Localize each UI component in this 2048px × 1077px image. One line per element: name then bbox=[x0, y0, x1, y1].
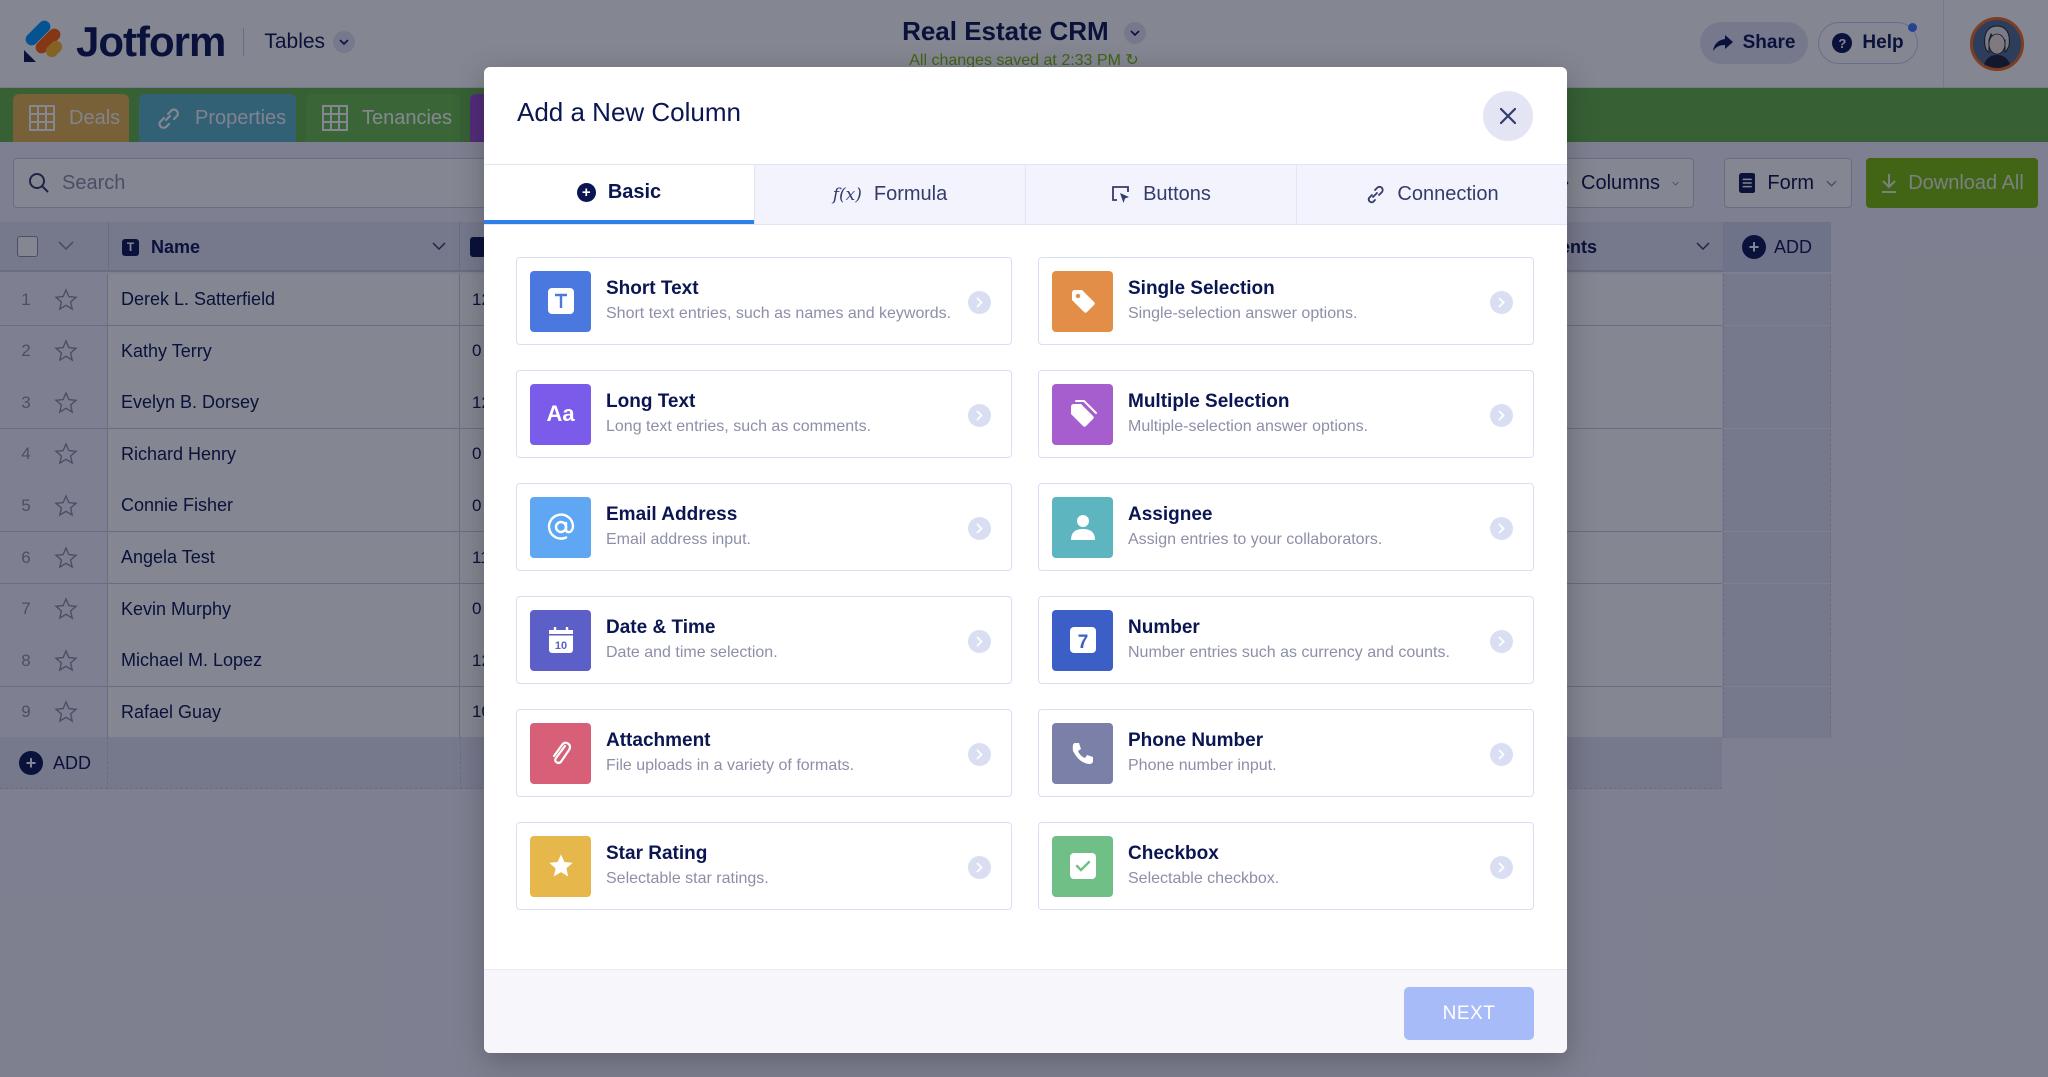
svg-text:7: 7 bbox=[1077, 632, 1088, 653]
next-button[interactable]: NEXT bbox=[1404, 987, 1534, 1040]
chevron-right-icon bbox=[1490, 856, 1513, 879]
tab-formula[interactable]: f(x) Formula bbox=[754, 165, 1025, 224]
tab-label: Buttons bbox=[1143, 183, 1211, 205]
chevron-right-icon bbox=[968, 743, 991, 766]
column-type-grid: Short Text Short text entries, such as na… bbox=[516, 257, 1534, 910]
column-type-description: Assign entries to your collaborators. bbox=[1128, 531, 1383, 548]
column-type-multiple-selection[interactable]: Multiple Selection Multiple-selection ans… bbox=[1038, 370, 1534, 458]
column-type-text: Date & Time Date and time selection. bbox=[606, 616, 778, 664]
column-type-title: Phone Number bbox=[1128, 730, 1264, 751]
column-type-description: Selectable checkbox. bbox=[1128, 870, 1280, 887]
link-icon bbox=[1368, 185, 1384, 203]
column-type-description: Number entries such as currency and coun… bbox=[1128, 644, 1450, 661]
column-type-assignee[interactable]: Assignee Assign entries to your collabora… bbox=[1038, 483, 1534, 571]
chevron-right-icon bbox=[1490, 404, 1513, 427]
at-icon bbox=[530, 496, 591, 558]
column-type-title: Email Address bbox=[606, 504, 738, 525]
calendar-icon: 10 bbox=[530, 609, 591, 671]
column-type-phone-number[interactable]: Phone Number Phone number input. bbox=[1038, 709, 1534, 797]
column-type-text: Checkbox Selectable checkbox. bbox=[1128, 842, 1279, 890]
tab-basic[interactable]: + Basic bbox=[484, 165, 754, 224]
paperclip-icon bbox=[530, 722, 591, 784]
column-type-text: Single Selection Single-selection answer … bbox=[1128, 277, 1357, 325]
close-button[interactable] bbox=[1483, 91, 1533, 141]
checkbox-icon bbox=[1052, 835, 1113, 897]
column-type-title: Attachment bbox=[606, 730, 711, 751]
phone-icon bbox=[1052, 722, 1113, 784]
svg-text:10: 10 bbox=[554, 640, 566, 652]
column-type-attachment[interactable]: Attachment File uploads in a variety of f… bbox=[516, 709, 1012, 797]
column-type-description: Phone number input. bbox=[1128, 757, 1277, 774]
column-type-description: Multiple-selection answer options. bbox=[1128, 418, 1369, 435]
column-type-text: Multiple Selection Multiple-selection ans… bbox=[1128, 390, 1368, 438]
column-type-title: Short Text bbox=[606, 278, 699, 299]
column-type-text: Phone Number Phone number input. bbox=[1128, 729, 1277, 777]
chevron-right-icon bbox=[1490, 291, 1513, 314]
column-type-title: Number bbox=[1128, 617, 1200, 638]
column-type-email-address[interactable]: Email Address Email address input. bbox=[516, 483, 1012, 571]
column-type-text: Assignee Assign entries to your collabora… bbox=[1128, 503, 1382, 551]
user-icon bbox=[1052, 496, 1113, 558]
column-type-checkbox[interactable]: Checkbox Selectable checkbox. bbox=[1038, 822, 1534, 910]
plus-circle-icon: + bbox=[576, 183, 596, 202]
column-type-date-time[interactable]: 10 Date & Time Date and time selection. bbox=[516, 596, 1012, 684]
column-type-description: Email address input. bbox=[606, 531, 751, 548]
chevron-right-icon bbox=[1490, 517, 1513, 540]
tag-icon bbox=[1052, 270, 1113, 332]
column-type-title: Long Text bbox=[606, 391, 696, 412]
column-type-title: Single Selection bbox=[1128, 278, 1275, 299]
tags-icon bbox=[1052, 383, 1113, 445]
column-type-long-text[interactable]: Aa Long Text Long text entries, such as co… bbox=[516, 370, 1012, 458]
chevron-right-icon bbox=[1490, 630, 1513, 653]
close-icon bbox=[1499, 107, 1517, 125]
tab-connection[interactable]: Connection bbox=[1296, 165, 1567, 224]
chevron-right-icon bbox=[1490, 743, 1513, 766]
column-type-description: File uploads in a variety of formats. bbox=[606, 757, 855, 774]
column-type-title: Multiple Selection bbox=[1128, 391, 1290, 412]
chevron-right-icon bbox=[968, 630, 991, 653]
star-icon bbox=[530, 835, 591, 897]
column-type-text: Long Text Long text entries, such as comm… bbox=[606, 390, 871, 438]
column-type-text: Star Rating Selectable star ratings. bbox=[606, 842, 769, 890]
button-cursor-icon bbox=[1112, 185, 1130, 203]
column-type-single-selection[interactable]: Single Selection Single-selection answer … bbox=[1038, 257, 1534, 345]
chevron-right-icon bbox=[968, 856, 991, 879]
column-type-description: Selectable star ratings. bbox=[606, 870, 769, 887]
tab-buttons[interactable]: Buttons bbox=[1025, 165, 1296, 224]
column-type-text: Number Number entries such as currency an… bbox=[1128, 616, 1450, 664]
column-category-tabs: + Basic f(x) Formula Buttons Connection bbox=[484, 164, 1567, 225]
column-type-description: Date and time selection. bbox=[606, 644, 778, 661]
column-type-text: Short Text Short text entries, such as na… bbox=[606, 277, 951, 325]
chevron-right-icon bbox=[968, 404, 991, 427]
chevron-right-icon bbox=[968, 291, 991, 314]
column-type-description: Single-selection answer options. bbox=[1128, 305, 1358, 322]
function-icon: f(x) bbox=[832, 184, 862, 205]
text-t-icon bbox=[530, 270, 591, 332]
tab-label: Connection bbox=[1397, 183, 1499, 205]
tab-label: Basic bbox=[607, 181, 662, 203]
column-type-text: Attachment File uploads in a variety of f… bbox=[606, 729, 854, 777]
dialog-footer: NEXT bbox=[484, 969, 1567, 1053]
column-type-description: Long text entries, such as comments. bbox=[606, 418, 872, 435]
column-type-title: Star Rating bbox=[606, 843, 708, 864]
number-icon: 7 bbox=[1052, 609, 1113, 671]
tab-label: Formula bbox=[873, 183, 948, 205]
column-type-text: Email Address Email address input. bbox=[606, 503, 751, 551]
chevron-right-icon bbox=[968, 517, 991, 540]
column-type-short-text[interactable]: Short Text Short text entries, such as na… bbox=[516, 257, 1012, 345]
column-type-star-rating[interactable]: Star Rating Selectable star ratings. bbox=[516, 822, 1012, 910]
column-type-title: Checkbox bbox=[1128, 843, 1219, 864]
column-type-title: Date & Time bbox=[606, 617, 716, 638]
aa-text-icon: Aa bbox=[530, 383, 591, 445]
add-column-dialog: Add a New Column + Basic f(x) Formula Bu… bbox=[484, 67, 1567, 1053]
column-type-title: Assignee bbox=[1128, 504, 1213, 525]
dialog-title: Add a New Column bbox=[517, 97, 741, 127]
column-type-description: Short text entries, such as names and ke… bbox=[606, 305, 952, 322]
column-type-number[interactable]: 7 Number Number entries such as currency a… bbox=[1038, 596, 1534, 684]
